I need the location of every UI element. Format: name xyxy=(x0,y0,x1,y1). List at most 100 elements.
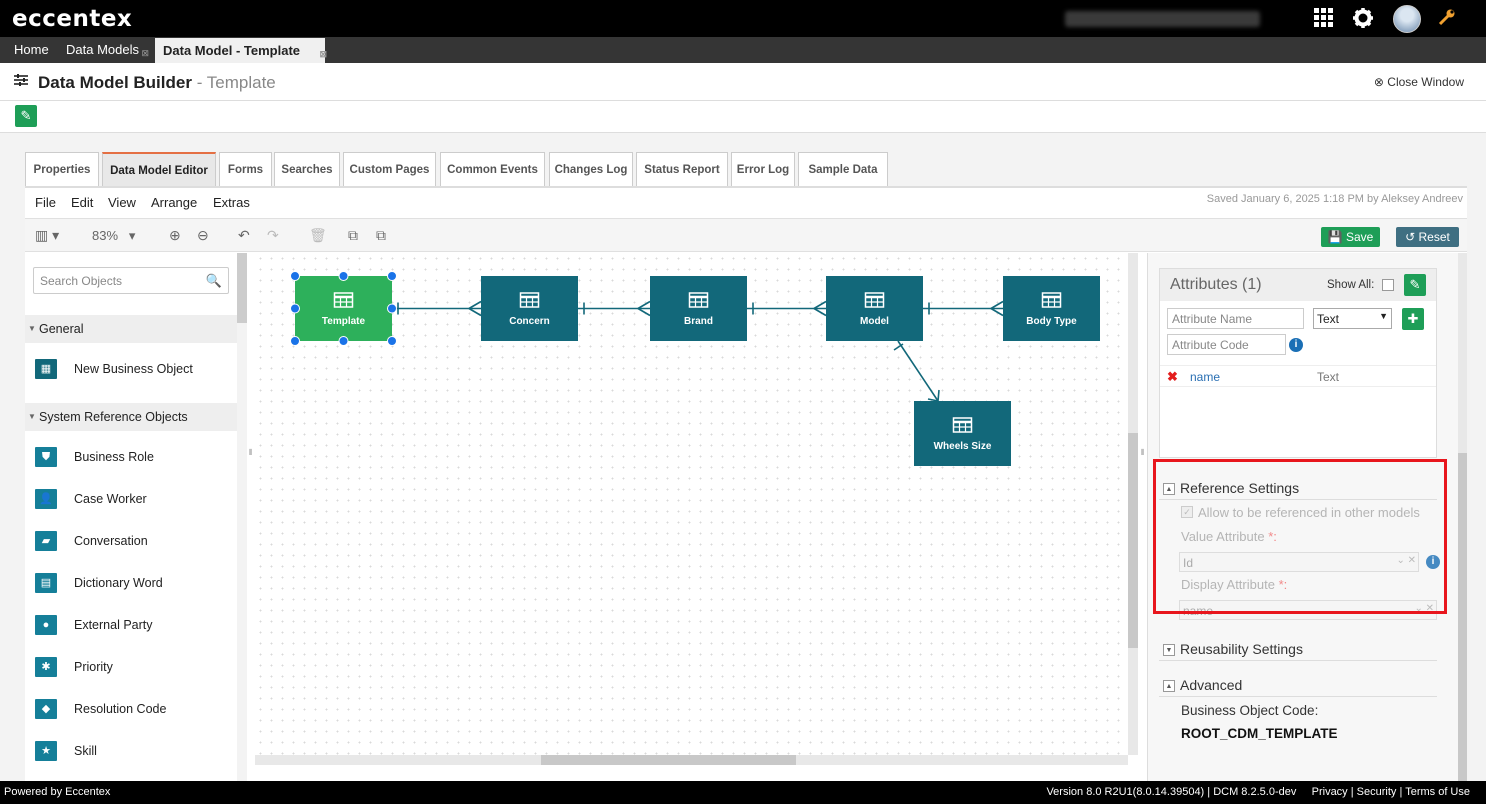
privacy-link[interactable]: Privacy xyxy=(1312,786,1348,798)
relation-line[interactable] xyxy=(923,300,1004,317)
relation-line[interactable] xyxy=(392,300,482,317)
menu-file[interactable]: File xyxy=(35,195,56,210)
tab-properties[interactable]: Properties xyxy=(25,152,99,186)
tab-custom-pages[interactable]: Custom Pages xyxy=(343,152,436,186)
diagram-svg[interactable]: Template Concern Brand Model Body Type Wheels… xyxy=(255,253,1137,758)
tab-data-model-editor[interactable]: Data Model Editor xyxy=(102,152,216,186)
palette-scrollbar[interactable] xyxy=(237,253,247,783)
undo-icon[interactable]: ↶ xyxy=(238,227,250,244)
entity-wheels-size[interactable]: Wheels Size xyxy=(914,401,1011,466)
resize-handle[interactable] xyxy=(290,271,300,281)
relation-line[interactable] xyxy=(893,340,940,402)
book-icon: ▰ xyxy=(35,531,57,551)
panel-layout-icon[interactable]: ▥ ▾ xyxy=(35,227,59,244)
diagram-canvas[interactable]: Template Concern Brand Model Body Type Wheels… xyxy=(255,253,1137,758)
app-logo[interactable]: eccentex xyxy=(12,6,132,32)
tab-sample-data[interactable]: Sample Data xyxy=(798,152,888,186)
attribute-row[interactable]: ✖ name Text xyxy=(1160,365,1436,387)
entity-brand[interactable]: Brand xyxy=(650,276,747,341)
terms-link[interactable]: Terms of Use xyxy=(1405,786,1470,798)
relation-line[interactable] xyxy=(747,300,827,317)
splitter-handle[interactable]: ⦀ xyxy=(249,448,253,458)
entity-template[interactable]: Template xyxy=(290,271,397,346)
tab-searches[interactable]: Searches xyxy=(274,152,340,186)
splitter-handle[interactable]: ⦀ xyxy=(1141,448,1145,458)
entity-box xyxy=(481,276,578,341)
item-label: Case Worker xyxy=(74,492,147,506)
tab-common-events[interactable]: Common Events xyxy=(440,152,545,186)
reusability-settings-header[interactable]: ▼ Reusability Settings xyxy=(1159,639,1437,661)
scroll-thumb[interactable] xyxy=(1458,453,1467,783)
item-label: Priority xyxy=(74,660,113,674)
resize-handle[interactable] xyxy=(290,336,300,346)
zoom-out-icon[interactable]: ⊖ xyxy=(197,227,209,244)
relation-line[interactable] xyxy=(578,300,651,317)
canvas-horizontal-scrollbar[interactable] xyxy=(255,755,1128,765)
resize-handle[interactable] xyxy=(387,271,397,281)
to-back-icon[interactable]: ⧉ xyxy=(376,227,386,244)
to-front-icon[interactable]: ⧉ xyxy=(348,227,358,244)
attribute-type-select[interactable]: Text ▼ xyxy=(1313,308,1392,329)
page-title: Data Model Builder - Template xyxy=(38,73,276,93)
add-attribute-button[interactable]: ✚ xyxy=(1402,308,1424,330)
scroll-thumb[interactable] xyxy=(541,755,796,765)
expand-icon[interactable]: ▼ xyxy=(1163,644,1175,656)
close-window-button[interactable]: ⊗ Close Window xyxy=(1374,75,1464,89)
attributes-box: Attributes (1) Show All: ✎ Attribute Nam… xyxy=(1159,268,1437,458)
tab-data-model-template[interactable]: Data Model - Template ⊠ xyxy=(155,38,327,63)
tab-data-models[interactable]: Data Models ⊠ xyxy=(58,37,149,63)
collapse-icon: ▼ xyxy=(28,412,36,421)
entity-label: Body Type xyxy=(1026,316,1077,327)
menu-edit[interactable]: Edit xyxy=(71,195,93,210)
delete-icon[interactable]: 🗑 xyxy=(309,227,327,244)
tab-forms[interactable]: Forms xyxy=(219,152,272,186)
panel-scrollbar[interactable] xyxy=(1458,253,1467,783)
tab-status-report[interactable]: Status Report xyxy=(636,152,728,186)
content-area: Properties Data Model Editor Forms Searc… xyxy=(0,133,1486,783)
attribute-name-input[interactable]: Attribute Name xyxy=(1167,308,1304,329)
search-objects-input[interactable]: Search Objects 🔍 xyxy=(33,267,229,294)
scroll-thumb[interactable] xyxy=(1128,433,1138,648)
grid-icon[interactable] xyxy=(1314,8,1334,32)
tab-changes-log[interactable]: Changes Log xyxy=(549,152,633,186)
entity-body-type[interactable]: Body Type xyxy=(1003,276,1100,341)
info-icon[interactable]: i xyxy=(1289,338,1303,352)
canvas-vertical-scrollbar[interactable] xyxy=(1128,253,1138,755)
group-system-reference-objects[interactable]: ▼ System Reference Objects xyxy=(25,403,237,431)
advanced-header[interactable]: ▲ Advanced xyxy=(1159,675,1437,697)
menu-extras[interactable]: Extras xyxy=(213,195,250,210)
resize-handle[interactable] xyxy=(338,336,349,346)
item-label: Business Role xyxy=(74,450,154,464)
entity-label: Template xyxy=(322,316,366,327)
wrench-icon[interactable] xyxy=(1438,8,1456,31)
tab-error-log[interactable]: Error Log xyxy=(731,152,795,186)
entity-label: Model xyxy=(860,316,889,327)
attribute-code-input[interactable]: Attribute Code xyxy=(1167,334,1286,355)
scroll-thumb[interactable] xyxy=(237,253,247,323)
resize-handle[interactable] xyxy=(387,336,397,346)
entity-model[interactable]: Model xyxy=(826,276,923,341)
reset-button[interactable]: ↺ Reset xyxy=(1396,227,1459,247)
menu-view[interactable]: View xyxy=(108,195,136,210)
menu-arrange[interactable]: Arrange xyxy=(151,195,197,210)
tab-home[interactable]: Home xyxy=(6,37,57,63)
resize-handle[interactable] xyxy=(387,303,397,314)
zoom-select[interactable]: 83% ▾ xyxy=(92,228,135,244)
collapse-icon[interactable]: ▲ xyxy=(1163,680,1175,692)
redo-icon[interactable]: ↷ xyxy=(267,227,279,244)
save-button[interactable]: 💾 Save xyxy=(1321,227,1380,247)
user-avatar[interactable] xyxy=(1393,5,1421,33)
zoom-in-icon[interactable]: ⊕ xyxy=(169,227,181,244)
delete-attribute-icon[interactable]: ✖ xyxy=(1167,369,1178,385)
security-link[interactable]: Security xyxy=(1357,786,1397,798)
show-all-checkbox[interactable] xyxy=(1382,279,1394,291)
close-window-label: Close Window xyxy=(1387,75,1464,89)
edit-attributes-button[interactable]: ✎ xyxy=(1404,274,1426,296)
group-general[interactable]: ▼ General xyxy=(25,315,237,343)
resize-handle[interactable] xyxy=(290,303,300,314)
edit-pencil-button[interactable]: ✎ xyxy=(15,105,37,127)
entity-concern[interactable]: Concern xyxy=(481,276,578,341)
gear-icon[interactable] xyxy=(1353,8,1373,32)
resize-handle[interactable] xyxy=(338,271,349,281)
attribute-name[interactable]: name xyxy=(1190,370,1220,384)
